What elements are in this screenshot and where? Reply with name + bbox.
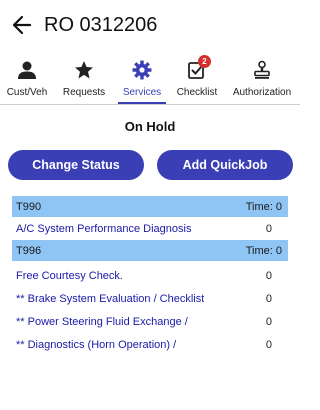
job-code: T996 [16,244,42,257]
person-icon [17,57,37,83]
tab-bar: Cust/Veh Requests Services 2 Checklist A… [0,54,300,104]
tab-label: Checklist [176,87,218,98]
page-title: RO 0312206 [44,14,158,36]
service-quantity: 0 [265,292,272,305]
service-description: ** Power Steering Fluid Exchange / [16,315,188,328]
notification-badge: 2 [198,55,211,68]
service-list: T990 Time: 0 A/C System Performance Diag… [12,196,288,356]
service-item[interactable]: ** Brake System Evaluation / Checklist 0 [12,287,288,310]
service-description: ** Diagnostics (Horn Operation) / [16,338,177,351]
tab-cust-veh[interactable]: Cust/Veh [0,54,54,104]
add-quickjob-button[interactable]: Add QuickJob [157,150,293,180]
stamp-icon [252,57,272,83]
service-item[interactable]: Free Courtesy Check. 0 [12,264,288,287]
tab-label: Cust/Veh [6,87,48,98]
tab-checklist[interactable]: 2 Checklist [170,54,224,104]
service-item[interactable]: ** Power Steering Fluid Exchange / 0 [12,310,288,333]
service-item[interactable]: ** Diagnostics (Horn Operation) / 0 [12,333,288,356]
service-quantity: 0 [265,222,272,235]
tab-label: Requests [62,87,106,98]
service-quantity: 0 [265,338,272,351]
back-arrow-icon[interactable] [12,14,32,36]
gear-icon [132,57,152,83]
service-description: Free Courtesy Check. [16,269,123,282]
tab-label: Authorization [232,87,292,98]
tab-authorization[interactable]: Authorization [224,54,300,104]
divider [0,104,300,105]
tab-services[interactable]: Services [114,54,170,104]
job-group-header[interactable]: T996 Time: 0 [12,240,288,261]
star-icon [74,57,94,83]
service-quantity: 0 [265,269,272,282]
job-group-header[interactable]: T990 Time: 0 [12,196,288,217]
service-description: A/C System Performance Diagnosis [16,222,192,235]
app-bar: RO 0312206 [0,0,300,52]
job-time: Time: 0 [245,244,282,257]
ro-status: On Hold [124,119,176,134]
tab-label: Services [122,87,162,98]
service-quantity: 0 [265,315,272,328]
service-description: ** Brake System Evaluation / Checklist [16,292,205,305]
job-time: Time: 0 [245,200,282,213]
service-item[interactable]: A/C System Performance Diagnosis 0 [12,217,288,240]
tab-requests[interactable]: Requests [54,54,114,104]
change-status-button[interactable]: Change Status [8,150,144,180]
job-code: T990 [16,200,42,213]
